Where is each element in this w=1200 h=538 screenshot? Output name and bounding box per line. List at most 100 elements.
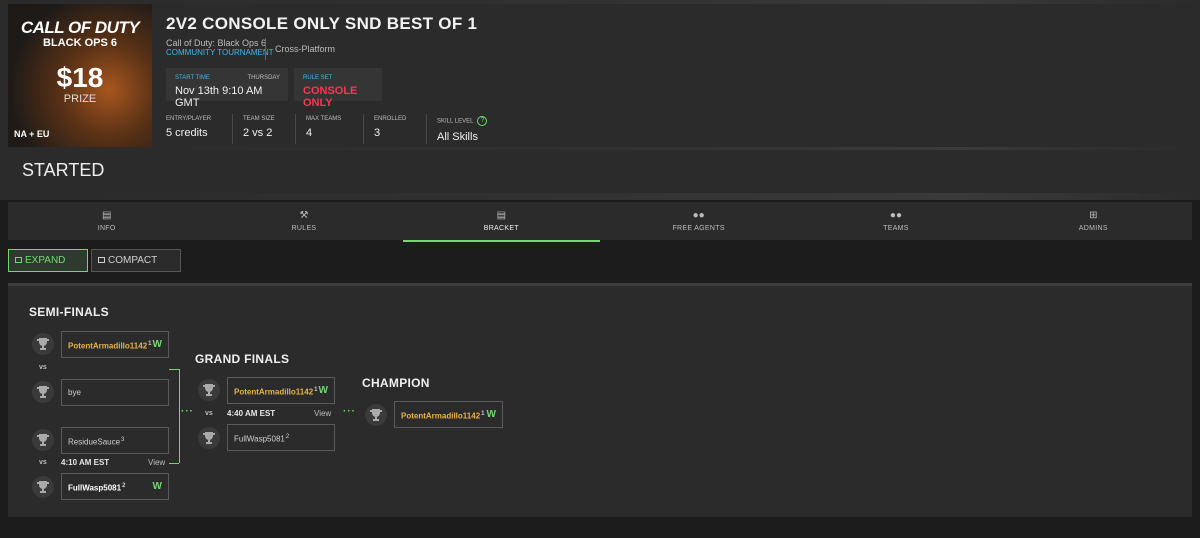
rule-set-label: RULE SET bbox=[303, 75, 333, 81]
team-slot[interactable]: FullWasp50812 W bbox=[61, 473, 169, 500]
tab-label: ADMINS bbox=[1078, 225, 1108, 232]
tab-rules[interactable]: ⚒ RULES bbox=[205, 202, 402, 240]
stat-max-teams: MAX TEAMS 4 bbox=[306, 116, 341, 139]
prize-amount: $18 bbox=[56, 62, 104, 93]
trophy-icon bbox=[198, 379, 220, 401]
round-title-semifinals: SEMI-FINALS bbox=[29, 305, 109, 319]
stat-divider bbox=[295, 114, 296, 144]
tab-admins[interactable]: ⊞ ADMINS bbox=[995, 202, 1192, 240]
team-slot[interactable]: bye bbox=[61, 379, 169, 406]
stat-label-text: SKILL LEVEL bbox=[437, 118, 474, 125]
expand-label: EXPAND bbox=[25, 255, 66, 266]
team-seed: 1 bbox=[148, 341, 152, 347]
stat-label: TEAM SIZE bbox=[243, 116, 275, 122]
stat-value: 5 credits bbox=[166, 127, 208, 139]
expand-button[interactable]: EXPAND bbox=[8, 249, 88, 272]
tab-label: TEAMS bbox=[883, 225, 909, 232]
vs-label: vs bbox=[39, 459, 47, 466]
game-logo-subtitle: BLACK OPS 6 bbox=[43, 37, 117, 49]
tab-label: RULES bbox=[291, 225, 317, 232]
team-slot[interactable]: PotentArmadillo11421 W bbox=[227, 377, 335, 404]
rule-set-value: CONSOLE ONLY bbox=[303, 85, 358, 109]
tab-teams[interactable]: ●● TEAMS bbox=[797, 202, 994, 240]
vs-label: vs bbox=[205, 410, 213, 417]
help-icon[interactable]: ? bbox=[477, 116, 488, 126]
tab-info[interactable]: ▤ INFO bbox=[8, 202, 205, 240]
tab-label: BRACKET bbox=[483, 225, 519, 232]
game-name: Call of Duty: Black Ops 6 bbox=[166, 38, 267, 48]
compact-button[interactable]: COMPACT bbox=[91, 249, 181, 272]
tab-label: INFO bbox=[97, 225, 116, 232]
stat-divider bbox=[426, 114, 427, 144]
stat-value: 2 vs 2 bbox=[243, 127, 273, 139]
stat-skill-level: SKILL LEVEL? All Skills bbox=[437, 116, 488, 143]
start-time-card: START TIME THURSDAY Nov 13th 9:10 AM GMT bbox=[166, 68, 288, 109]
stat-enrolled: ENROLLED 3 bbox=[374, 116, 406, 139]
tab-bracket[interactable]: ▤ BRACKET bbox=[402, 202, 601, 242]
bracket-connector bbox=[169, 463, 179, 464]
trophy-icon bbox=[32, 381, 54, 403]
team-name: bye bbox=[68, 388, 81, 397]
region-label: NA + EU bbox=[14, 129, 50, 139]
win-badge: W bbox=[486, 409, 496, 420]
tournament-status-bar: STARTED bbox=[8, 150, 1192, 193]
win-badge: W bbox=[152, 481, 162, 492]
team-seed: 3 bbox=[121, 437, 125, 443]
trophy-icon bbox=[32, 429, 54, 451]
trophy-icon bbox=[32, 333, 54, 355]
bracket-connector bbox=[169, 369, 179, 370]
match-time: 4:40 AM EST bbox=[227, 409, 276, 418]
team-slot[interactable]: ResidueSauce3 bbox=[61, 427, 169, 454]
tab-free-agents[interactable]: ●● FREE AGENTS bbox=[600, 202, 797, 240]
team-slot[interactable]: FullWasp50812 bbox=[227, 424, 335, 451]
stat-team-size: TEAM SIZE 2 vs 2 bbox=[243, 116, 275, 139]
connector-dots: ··· bbox=[181, 406, 194, 417]
stat-value: All Skills bbox=[437, 131, 478, 143]
round-title-grand-finals: GRAND FINALS bbox=[195, 352, 290, 366]
stat-label: MAX TEAMS bbox=[306, 116, 342, 122]
tournament-title: 2V2 CONSOLE ONLY SND BEST OF 1 bbox=[166, 14, 478, 33]
free-agents-icon: ●● bbox=[692, 210, 705, 221]
bracket-icon: ▤ bbox=[496, 210, 507, 221]
stat-divider bbox=[363, 114, 364, 144]
stat-label: SKILL LEVEL? bbox=[437, 116, 488, 126]
team-name: FullWasp5081 bbox=[68, 483, 122, 493]
view-match-link[interactable]: View bbox=[148, 458, 165, 467]
win-badge: W bbox=[152, 339, 162, 350]
tournament-type-link[interactable]: COMMUNITY TOURNAMENT bbox=[166, 48, 274, 57]
team-name: ResidueSauce bbox=[68, 437, 121, 447]
round-title-champion: CHAMPION bbox=[362, 376, 430, 390]
tournament-tabs: ▤ INFO ⚒ RULES ▤ BRACKET ●● FREE AGENTS … bbox=[8, 202, 1192, 242]
team-seed: 2 bbox=[285, 434, 290, 440]
team-slot[interactable]: PotentArmadillo11421 W bbox=[61, 331, 169, 358]
team-seed: 2 bbox=[122, 483, 126, 489]
prize-label: PRIZE bbox=[63, 93, 97, 105]
team-name: PotentArmadillo1142 bbox=[68, 341, 148, 351]
tournament-header: CALL OF DUTY BLACK OPS 6 $18 PRIZE NA + … bbox=[8, 4, 1192, 147]
stat-label: ENTRY/PLAYER bbox=[166, 116, 212, 122]
stat-divider bbox=[232, 114, 233, 144]
game-cover-image: CALL OF DUTY BLACK OPS 6 $18 PRIZE NA + … bbox=[8, 4, 152, 147]
trophy-icon bbox=[198, 427, 220, 449]
connector-dots: ··· bbox=[343, 406, 356, 417]
compact-label: COMPACT bbox=[108, 255, 158, 266]
team-seed: 1 bbox=[481, 411, 485, 417]
game-logo-title: CALL OF DUTY bbox=[20, 18, 140, 37]
trophy-icon bbox=[32, 476, 54, 498]
match-time: 4:10 AM EST bbox=[61, 458, 110, 467]
team-name: PotentArmadillo1142 bbox=[234, 387, 314, 397]
start-day: THURSDAY bbox=[247, 75, 280, 81]
stat-label: ENROLLED bbox=[374, 116, 407, 122]
expand-icon bbox=[15, 257, 22, 263]
stat-value: 3 bbox=[374, 127, 381, 139]
trophy-icon bbox=[365, 404, 387, 426]
team-name: PotentArmadillo1142 bbox=[401, 411, 481, 421]
start-time-label: START TIME bbox=[175, 75, 210, 81]
vs-label: vs bbox=[39, 364, 47, 371]
compact-icon bbox=[98, 257, 105, 263]
team-name: FullWasp5081 bbox=[234, 434, 285, 444]
team-seed: 1 bbox=[314, 387, 318, 393]
champion-slot[interactable]: PotentArmadillo11421 W bbox=[394, 401, 503, 428]
bracket-panel: SEMI-FINALS GRAND FINALS CHAMPION Potent… bbox=[8, 283, 1192, 517]
view-match-link[interactable]: View bbox=[314, 409, 331, 418]
